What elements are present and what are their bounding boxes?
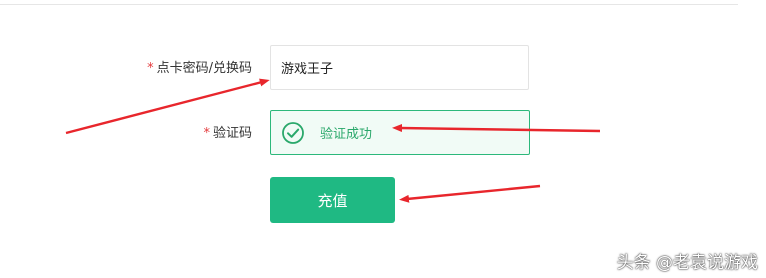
watermark: 头条 @老袁说游戏: [616, 253, 758, 273]
annotation-arrow: [392, 124, 601, 133]
annotation-arrow: [65, 78, 270, 135]
annotation-arrows: [65, 78, 601, 203]
annotation-arrow: [399, 184, 541, 203]
